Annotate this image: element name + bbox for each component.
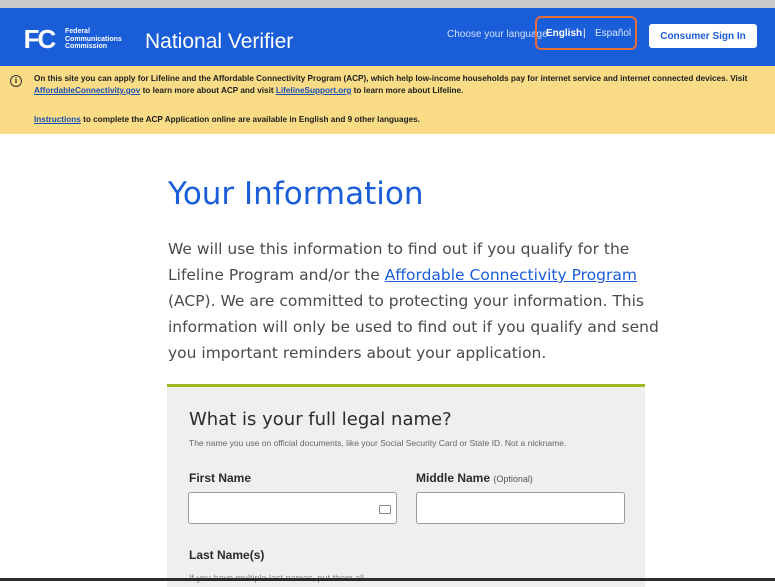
page-title: Your Information (168, 176, 424, 212)
language-english-link[interactable]: English (546, 28, 582, 39)
lifeline-support-link[interactable]: LifelineSupport.org (276, 86, 352, 95)
last-name-label: Last Name(s) (189, 548, 265, 562)
question-help-text: The name you use on official documents, … (189, 438, 567, 448)
instructions-link[interactable]: Instructions (34, 115, 81, 124)
alert-instructions-text: to complete the ACP Application online a… (80, 115, 420, 124)
affordable-connectivity-link[interactable]: AffordableConnectivity.gov (34, 86, 140, 95)
intro-paragraph: We will use this information to find out… (168, 236, 668, 366)
alert-message: On this site you can apply for Lifeline … (34, 73, 769, 97)
fcc-logo[interactable]: FC (22, 23, 57, 54)
language-separator: | (583, 28, 586, 39)
agency-name: Federal Communications Commission (65, 28, 122, 51)
middle-name-label: Middle Name (Optional) (416, 471, 533, 485)
agency-line: Federal (65, 28, 90, 35)
autofill-keyboard-icon[interactable] (379, 505, 391, 514)
info-icon: i (10, 75, 22, 87)
alert-instructions: Instructions to complete the ACP Applica… (34, 115, 420, 124)
agency-line: Communications (65, 35, 122, 43)
alert-text: to learn more about ACP and visit (140, 86, 276, 95)
alert-text: On this site you can apply for Lifeline … (34, 74, 748, 83)
language-prompt: Choose your language (447, 29, 548, 40)
middle-name-label-text: Middle Name (416, 471, 491, 485)
question-title: What is your full legal name? (189, 409, 452, 430)
site-title[interactable]: National Verifier (145, 30, 293, 54)
browser-top-strip (0, 0, 775, 8)
intro-text: (ACP). We are committed to protecting yo… (168, 292, 659, 362)
acp-link[interactable]: Affordable Connectivity Program (385, 266, 637, 284)
info-alert-banner: i On this site you can apply for Lifelin… (0, 66, 775, 134)
fcc-logo-text: FC (23, 23, 57, 54)
first-name-input[interactable] (188, 492, 397, 524)
first-name-label: First Name (189, 471, 252, 485)
alert-text: to learn more about Lifeline. (351, 86, 464, 95)
optional-tag: (Optional) (493, 474, 533, 484)
language-spanish-link[interactable]: Español (595, 28, 631, 39)
consumer-sign-in-button[interactable]: Consumer Sign In (649, 24, 757, 48)
middle-name-input[interactable] (416, 492, 625, 524)
agency-line: Commission (65, 43, 108, 50)
